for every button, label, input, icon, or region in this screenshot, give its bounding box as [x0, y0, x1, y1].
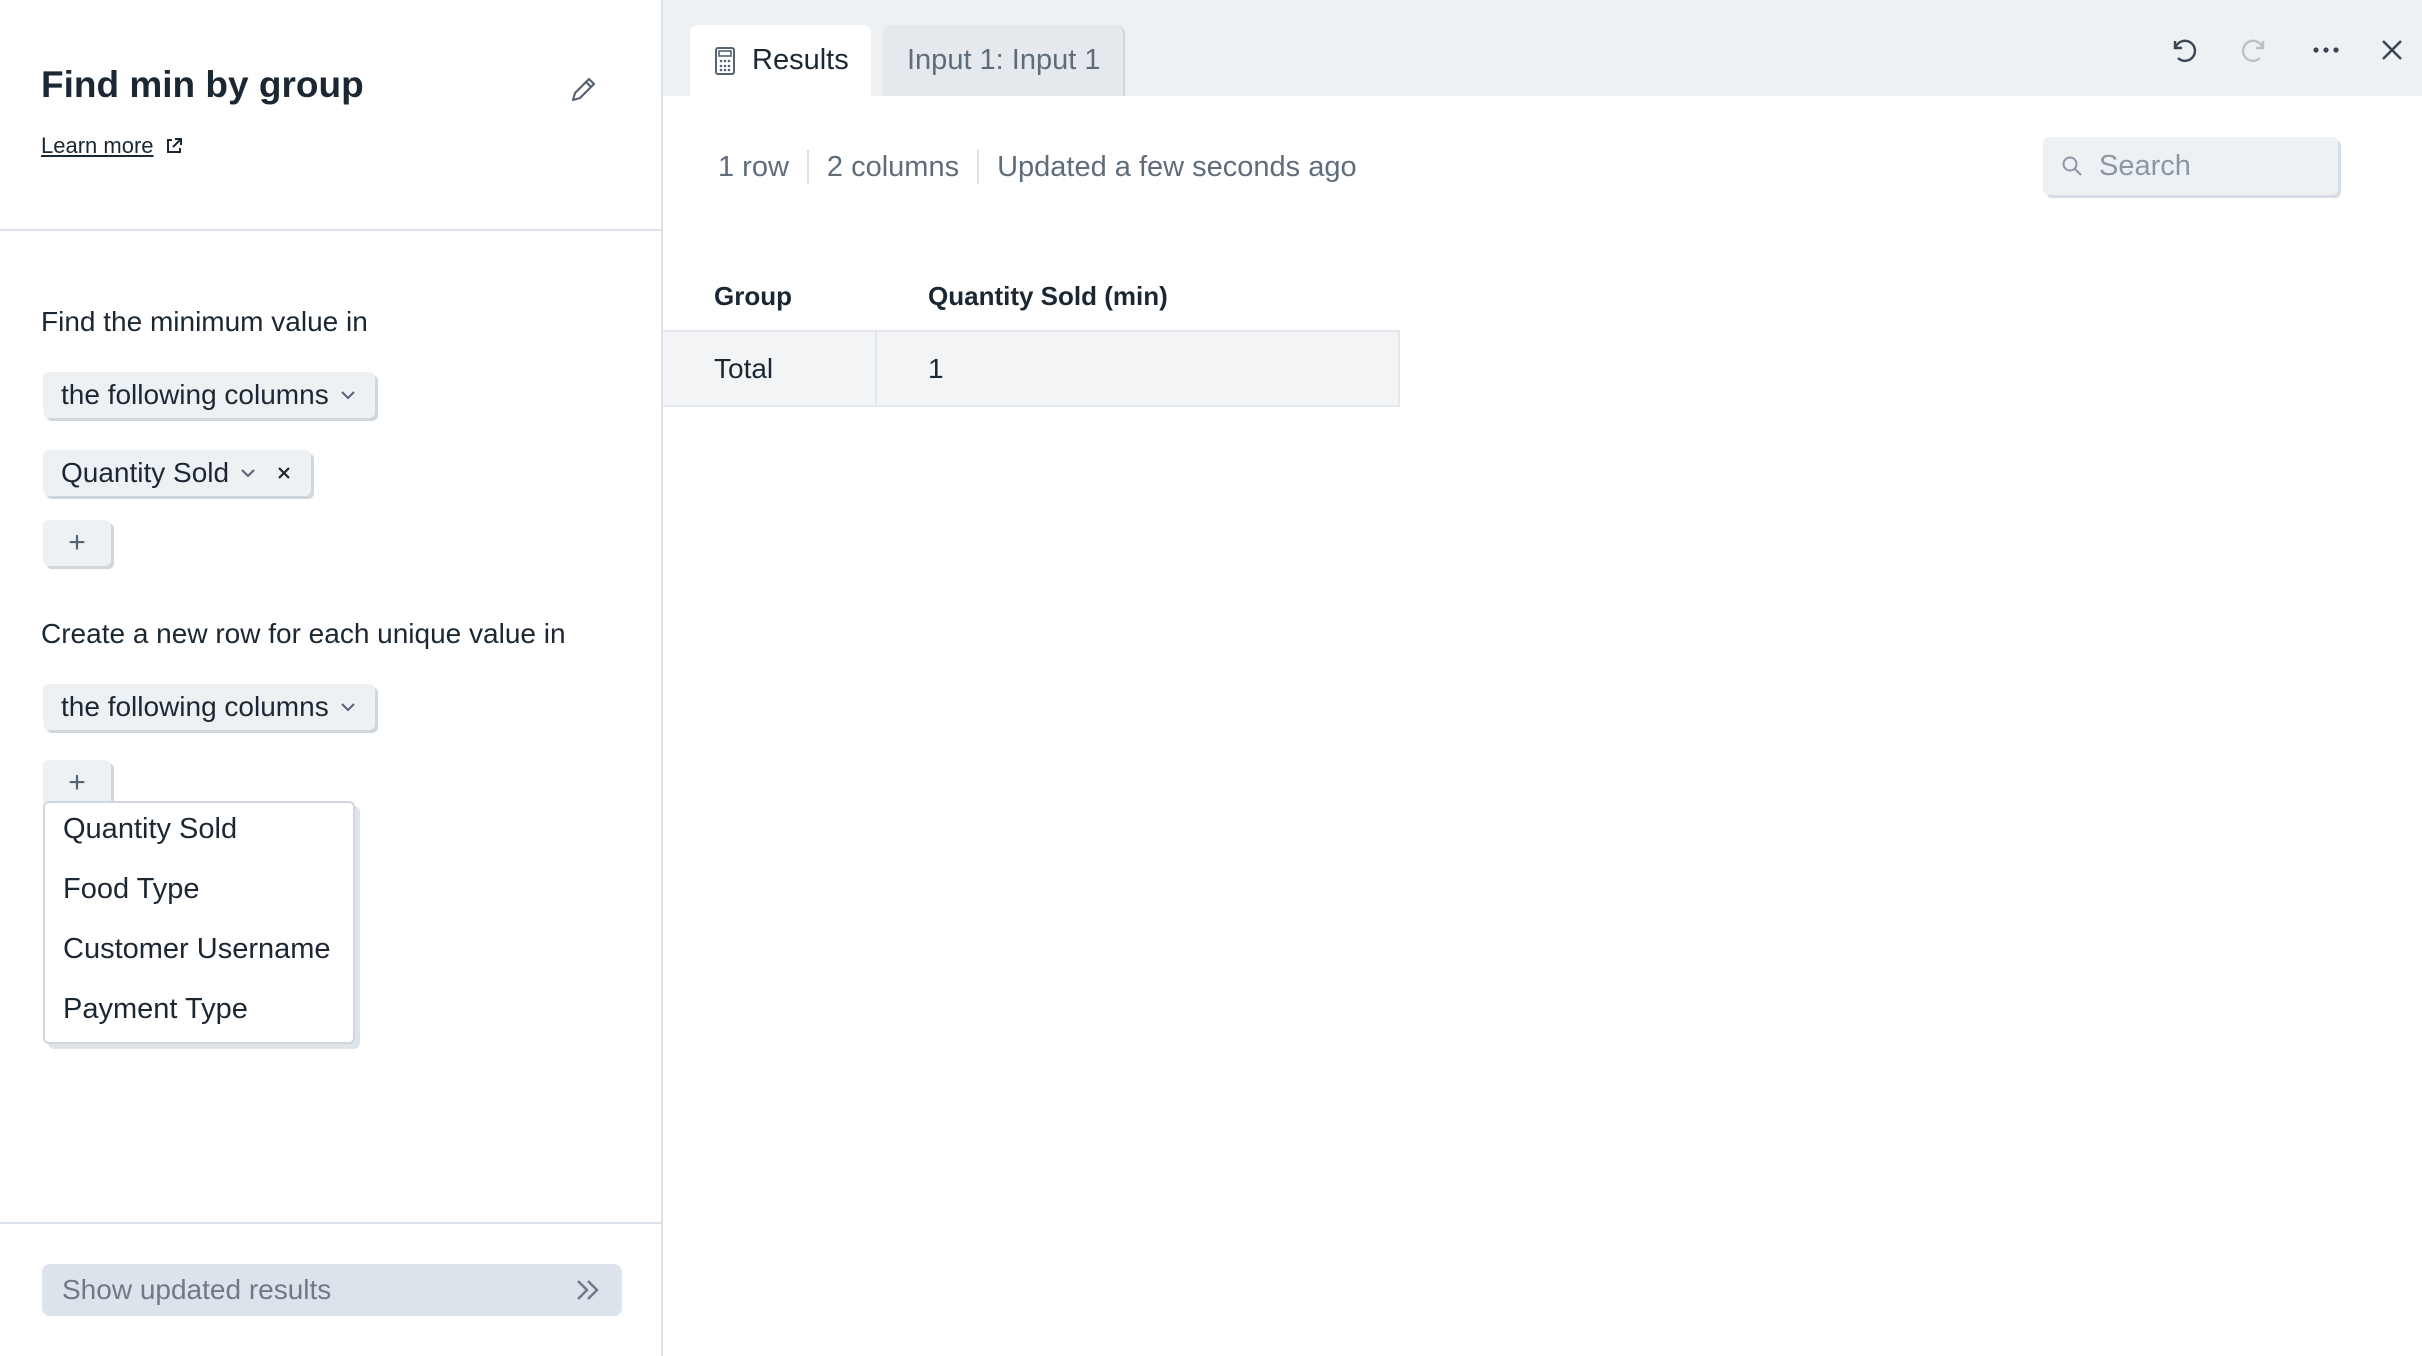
chevron-down-icon	[339, 701, 357, 713]
learn-more-link[interactable]: Learn more	[41, 133, 184, 159]
page-title: Find min by group	[41, 64, 364, 105]
close-button[interactable]	[2372, 30, 2412, 70]
search-input[interactable]	[2097, 148, 2321, 184]
meta-divider	[806, 150, 809, 184]
column-count: 2 columns	[826, 150, 960, 183]
section-group-label: Create a new row for each unique value i…	[41, 618, 566, 649]
dropdown-option-quantity-sold[interactable]: Quantity Sold	[63, 813, 237, 846]
min-columns-mode-select[interactable]: the following columns	[43, 372, 375, 418]
add-group-column-button[interactable]: +	[43, 760, 111, 806]
show-updated-results-label: Show updated results	[62, 1274, 332, 1305]
footer-divider	[0, 1222, 661, 1224]
dropdown-option-food-type[interactable]: Food Type	[63, 873, 200, 906]
learn-more-label: Learn more	[41, 133, 154, 158]
close-icon	[2382, 40, 2402, 60]
external-link-icon	[166, 138, 182, 153]
redo-icon	[2241, 39, 2265, 62]
selected-column-chip[interactable]: Quantity Sold	[43, 450, 312, 496]
min-columns-mode-label: the following columns	[61, 379, 329, 410]
add-min-column-button[interactable]: +	[43, 520, 111, 566]
row-count: 1 row	[718, 150, 789, 183]
remove-column-icon[interactable]	[275, 464, 293, 482]
column-dropdown-menu: Quantity Sold Food Type Customer Usernam…	[43, 801, 355, 1044]
edit-title-button[interactable]	[563, 70, 603, 110]
results-meta: 1 row 2 columns Updated a few seconds ag…	[718, 150, 1357, 184]
column-header-group[interactable]: Group	[714, 281, 792, 312]
table-row: Total 1	[663, 330, 1400, 407]
tab-input-1-label: Input 1: Input 1	[907, 44, 1101, 76]
section-min-label: Find the minimum value in	[41, 306, 368, 337]
results-panel: Results Input 1: Input 1 1 row 2 columns…	[663, 0, 2422, 1356]
meta-divider	[977, 150, 980, 184]
show-updated-results-button[interactable]: Show updated results	[42, 1264, 622, 1316]
chevron-down-icon	[239, 467, 257, 479]
double-chevron-right-icon	[577, 1280, 599, 1300]
calculator-icon	[715, 46, 735, 75]
table-cell[interactable]: Total	[714, 332, 773, 405]
selected-column-label: Quantity Sold	[61, 457, 230, 488]
tab-results-label: Results	[752, 44, 849, 76]
panel-header: Find min by group Learn more	[0, 0, 661, 231]
redo-button[interactable]	[2235, 30, 2275, 70]
tab-bar: Results Input 1: Input 1	[663, 0, 2422, 96]
cell-divider	[1398, 332, 1400, 405]
cell-divider	[875, 332, 877, 405]
dropdown-option-payment-type[interactable]: Payment Type	[63, 993, 248, 1026]
more-options-button[interactable]	[2306, 30, 2346, 70]
undo-icon	[2173, 39, 2197, 62]
search-box[interactable]	[2043, 137, 2338, 195]
search-icon	[2062, 156, 2082, 176]
table-cell[interactable]: 1	[928, 332, 944, 405]
column-header-quantity-sold-min[interactable]: Quantity Sold (min)	[928, 281, 1168, 312]
group-columns-mode-select[interactable]: the following columns	[43, 684, 375, 730]
pencil-icon	[571, 77, 596, 102]
updated-status: Updated a few seconds ago	[997, 150, 1357, 183]
chevron-down-icon	[339, 389, 357, 401]
tab-input-1[interactable]: Input 1: Input 1	[883, 25, 1125, 96]
dropdown-option-customer-username[interactable]: Customer Username	[63, 933, 331, 966]
config-panel: Find min by group Learn more Find the mi…	[0, 0, 663, 1356]
tab-results[interactable]: Results	[690, 25, 871, 96]
more-icon	[2313, 47, 2339, 53]
group-columns-mode-label: the following columns	[61, 691, 329, 722]
undo-button[interactable]	[2163, 30, 2203, 70]
